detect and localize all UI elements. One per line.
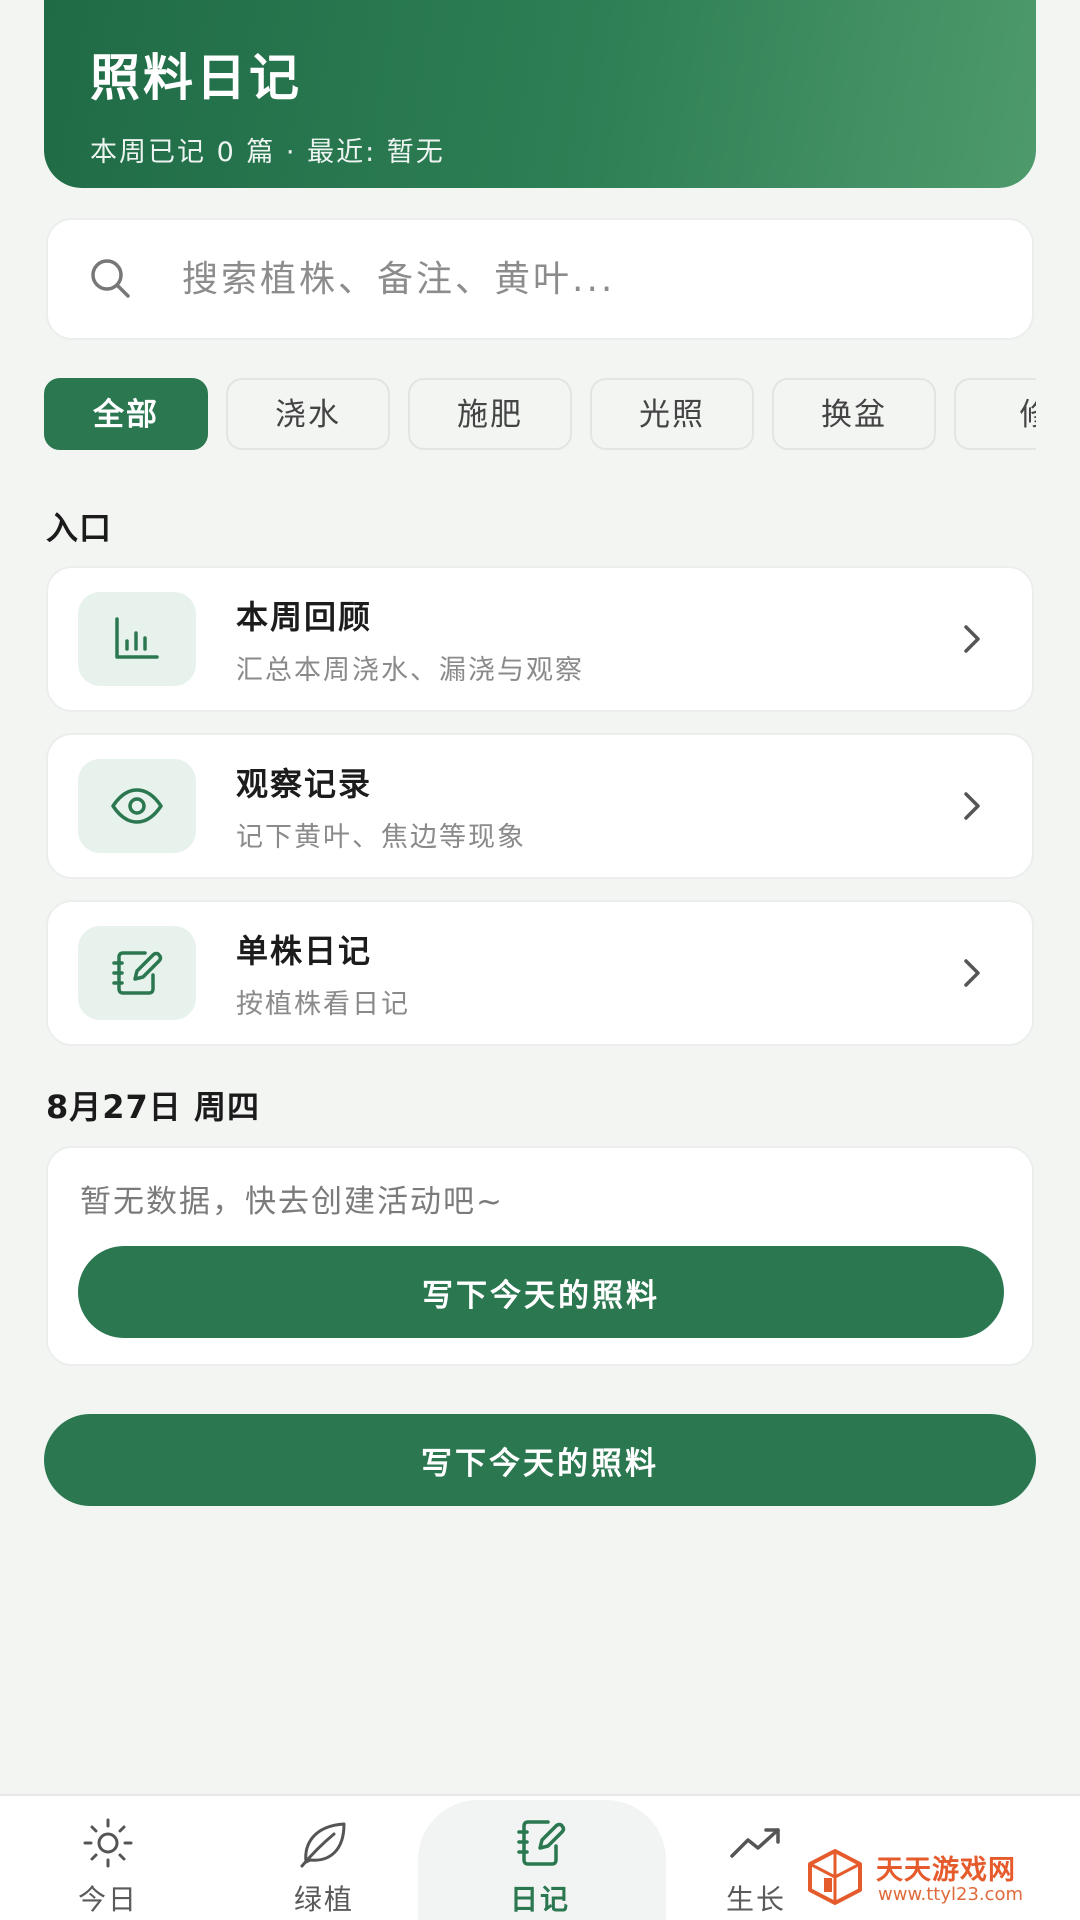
empty-state-text: 暂无数据，快去创建活动吧~	[80, 1184, 504, 1220]
weekly-summary: 本周已记 0 篇 · 最近: 暂无	[90, 137, 445, 168]
watermark-name: 天天游戏网	[876, 1855, 1016, 1886]
nav-label: 今日	[77, 1883, 138, 1916]
page-title: 照料日记	[90, 49, 302, 107]
header-banner: 照料日记 本周已记 0 篇 · 最近: 暂无	[44, 0, 1036, 188]
diary-page: 照料日记 本周已记 0 篇 · 最近: 暂无 全部浇水施肥光照换盆修 入口 本周…	[0, 0, 1080, 1920]
filter-chip-pruning[interactable]: 修	[954, 378, 1036, 450]
filter-chip-repotting[interactable]: 换盆	[772, 378, 936, 450]
empty-state-card: 暂无数据，快去创建活动吧~ 写下今天的照料	[46, 1146, 1034, 1366]
search-bar[interactable]	[46, 218, 1034, 340]
entry-weekly-review[interactable]: 本周回顾 汇总本周浇水、漏浇与观察	[46, 566, 1034, 712]
leaf-icon	[300, 1822, 346, 1868]
entry-title: 单株日记	[236, 931, 373, 970]
nav-label: 绿植	[293, 1883, 354, 1916]
entries-section-title: 入口	[46, 509, 113, 547]
entry-subtitle: 按植株看日记	[236, 988, 410, 1020]
date-heading: 8月27日 周四	[46, 1088, 260, 1126]
search-input[interactable]	[180, 257, 940, 301]
write-today-care-button[interactable]: 写下今天的照料	[78, 1246, 1004, 1338]
entry-title: 观察记录	[236, 764, 373, 803]
watermark: 天天游戏网 www.ttyl23.com	[806, 1848, 1076, 1912]
entry-plant-diary[interactable]: 单株日记 按植株看日记	[46, 900, 1034, 1046]
filter-chip-fertilizing[interactable]: 施肥	[408, 378, 572, 450]
filter-chips: 全部浇水施肥光照换盆修	[44, 378, 1036, 450]
entry-subtitle: 记下黄叶、焦边等现象	[236, 821, 526, 853]
notebook-pen-icon	[517, 1820, 566, 1866]
filter-chip-watering[interactable]: 浇水	[226, 378, 390, 450]
watermark-logo-icon	[808, 1849, 862, 1905]
chevron-right-icon	[964, 625, 980, 653]
nav-tab-plants[interactable]: 绿植	[234, 1796, 414, 1920]
entry-title: 本周回顾	[236, 597, 373, 636]
search-icon	[91, 259, 130, 298]
bar-chart-icon	[115, 617, 159, 659]
sun-icon	[83, 1818, 133, 1868]
eye-icon	[111, 788, 163, 824]
filter-chip-all[interactable]: 全部	[44, 378, 208, 450]
entry-subtitle: 汇总本周浇水、漏浇与观察	[236, 654, 584, 686]
nav-tab-today[interactable]: 今日	[18, 1796, 198, 1920]
write-today-care-primary-button[interactable]: 写下今天的照料	[44, 1414, 1036, 1506]
entry-observation-log[interactable]: 观察记录 记下黄叶、焦边等现象	[46, 733, 1034, 879]
notebook-pen-icon	[112, 951, 163, 995]
chevron-right-icon	[964, 959, 980, 987]
chevron-right-icon	[964, 792, 980, 820]
filter-chip-light[interactable]: 光照	[590, 378, 754, 450]
watermark-url: www.ttyl23.com	[878, 1884, 1024, 1905]
trend-up-icon	[730, 1828, 780, 1858]
nav-tab-diary[interactable]: 日记	[450, 1796, 630, 1920]
nav-label: 日记	[509, 1883, 570, 1916]
